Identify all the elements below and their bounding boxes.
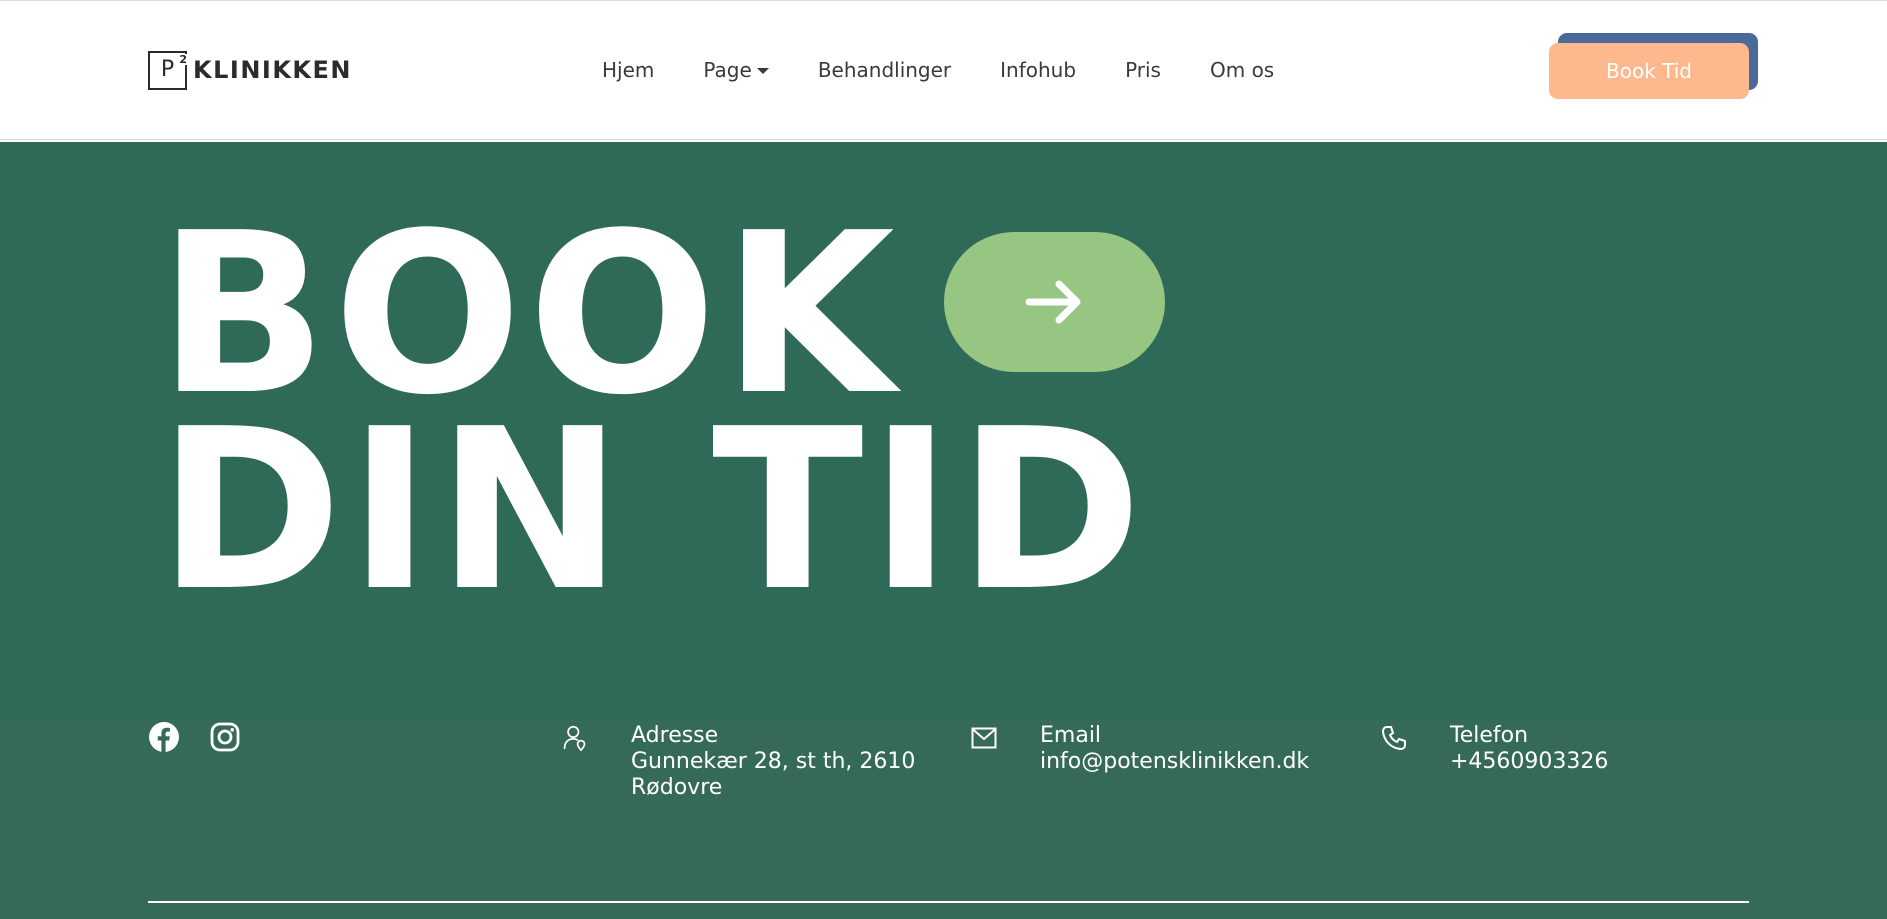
email-label: Email [1040,723,1102,748]
nav-item-pris[interactable]: Pris [1125,58,1161,82]
social-links [149,722,271,752]
nav-item-hjem[interactable]: Hjem [602,58,654,82]
phone-block: Telefon +4560903326 [1381,723,1608,775]
phone-text: Telefon +4560903326 [1450,723,1608,775]
phone-icon [1382,726,1406,750]
site-header: P 2 KLINIKKEN Hjem Page Behandlinger Inf… [0,0,1887,140]
address-text: Adresse Gunnekær 28, st th, 2610 Rødovre [631,723,915,801]
caret-down-icon [756,68,769,74]
phone-link[interactable]: +4560903326 [1450,749,1608,774]
nav-item-behandlinger[interactable]: Behandlinger [818,58,951,82]
nav-item-page[interactable]: Page [703,58,769,82]
hero-title-line-2: DIN TID [158,382,1149,640]
book-tid-button[interactable]: Book Tid [1549,43,1749,99]
main-nav: Hjem Page Behandlinger Infohub Pris Om o… [602,55,1323,85]
logo-mark-letter: P [160,57,175,82]
email-link[interactable]: info@potensklinikken.dk [1040,749,1309,774]
address-block: Adresse Gunnekær 28, st th, 2610 Rødovre [562,723,915,801]
location-pin-icon [563,725,586,751]
address-label: Adresse [631,723,719,748]
logo[interactable]: P 2 KLINIKKEN [148,50,352,90]
email-text: Email info@potensklinikken.dk [1040,723,1309,775]
envelope-icon [971,727,997,749]
hero-book-arrow-button[interactable] [944,232,1165,372]
logo-text: KLINIKKEN [193,56,353,84]
email-block: Email info@potensklinikken.dk [971,723,1309,775]
nav-item-infohub[interactable]: Infohub [1000,58,1076,82]
hero-section: BOOK DIN TID [0,142,1887,725]
facebook-icon[interactable] [149,722,179,752]
instagram-icon[interactable] [210,722,240,752]
logo-mark: P 2 [148,50,188,90]
address-value: Gunnekær 28, st th, 2610 Rødovre [631,749,916,800]
arrow-right-icon [1025,280,1080,324]
nav-item-om-os[interactable]: Om os [1210,58,1274,82]
logo-mark-superscript: 2 [178,52,188,66]
phone-label: Telefon [1450,723,1529,748]
book-tid-wrapper: Book Tid [1549,33,1759,99]
footer-divider [148,901,1749,903]
